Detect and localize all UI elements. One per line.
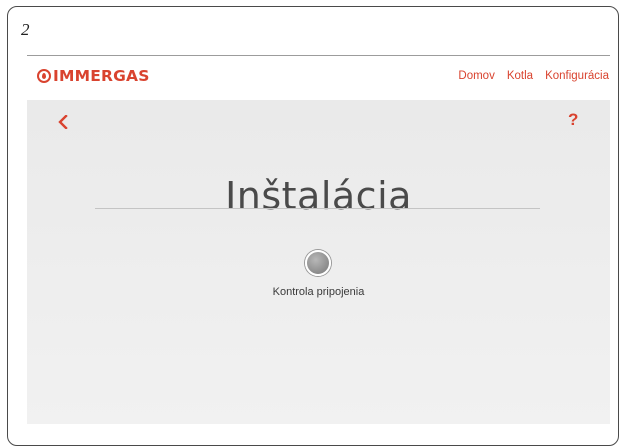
nav-item-konfiguracia[interactable]: Konfigurácia	[545, 70, 609, 82]
brand-logo: IMMERGAS	[37, 68, 150, 84]
page-title: Inštalácia	[225, 174, 412, 219]
app-header: IMMERGAS Domov Kotla Konfigurácia	[27, 56, 610, 100]
nav-item-kotla[interactable]: Kotla	[507, 70, 533, 82]
connection-status-indicator	[305, 250, 331, 276]
title-divider	[95, 208, 540, 209]
logo-icon	[37, 69, 51, 83]
back-button[interactable]	[57, 114, 69, 130]
connection-status-label: Kontrola pripojenia	[272, 286, 365, 298]
logo-text: IMMERGAS	[53, 67, 150, 85]
nav-item-domov[interactable]: Domov	[458, 70, 494, 82]
main-nav: Domov Kotla Konfigurácia	[446, 70, 610, 82]
figure-number: 2	[21, 20, 30, 39]
chevron-left-icon	[58, 114, 68, 130]
help-button[interactable]: ?	[568, 110, 578, 130]
app-screen: IMMERGAS Domov Kotla Konfigurácia ? Inšt…	[27, 55, 610, 424]
